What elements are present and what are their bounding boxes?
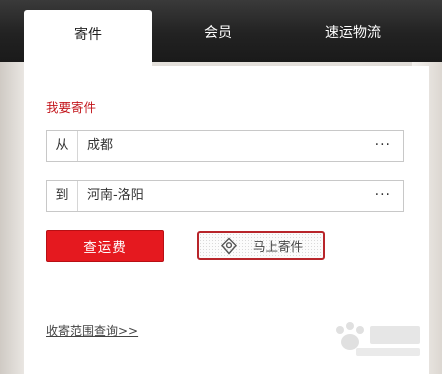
to-more-icon[interactable]: ···: [375, 181, 391, 211]
to-value[interactable]: 河南-洛阳: [87, 181, 144, 211]
location-pin-icon: [219, 236, 239, 256]
tab-express-logistics[interactable]: 速运物流: [298, 10, 408, 54]
from-more-icon[interactable]: ···: [375, 131, 391, 161]
watermark-logo: [326, 316, 426, 360]
tab-send[interactable]: 寄件: [24, 10, 152, 66]
section-title: 我要寄件: [46, 100, 97, 115]
tab-bar: 寄件 会员 速运物流: [0, 0, 442, 66]
to-field[interactable]: 到 河南-洛阳 ···: [46, 180, 404, 212]
ship-now-button[interactable]: 马上寄件: [197, 231, 325, 260]
range-query-link[interactable]: 收寄范围查询>>: [46, 322, 138, 339]
tab-member[interactable]: 会员: [178, 10, 258, 54]
ship-now-label: 马上寄件: [253, 239, 304, 254]
query-fee-button[interactable]: 查运费: [46, 230, 164, 262]
from-field[interactable]: 从 成都 ···: [46, 130, 404, 162]
from-value[interactable]: 成都: [87, 131, 113, 161]
from-label: 从: [47, 131, 78, 161]
to-label: 到: [47, 181, 78, 211]
